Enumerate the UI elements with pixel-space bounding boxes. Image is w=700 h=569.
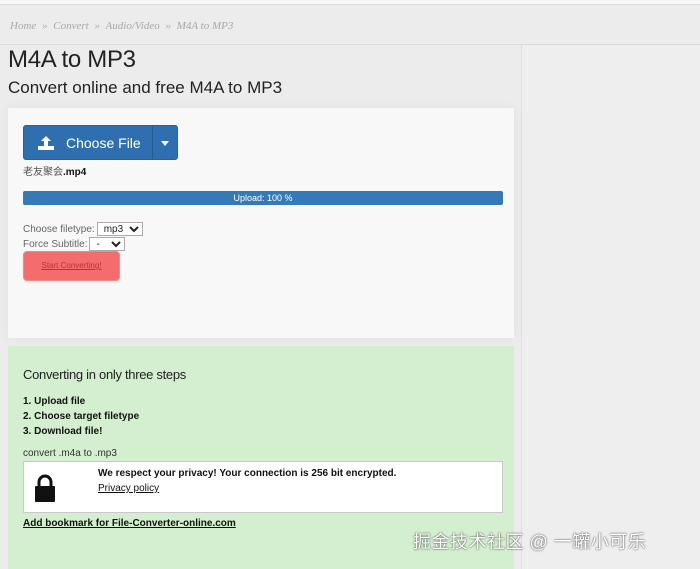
- subtitle-row: Force Subtitle: -: [23, 237, 126, 251]
- upload-icon: [38, 136, 54, 150]
- breadcrumb-separator: »: [165, 20, 171, 32]
- upload-panel: Choose File 老友聚会.mp4 Upload: 100 % Choos…: [8, 108, 514, 338]
- choose-file-button[interactable]: Choose File: [23, 125, 178, 160]
- filetype-row: Choose filetype: mp3: [23, 222, 143, 236]
- lock-icon: [35, 474, 55, 502]
- breadcrumb-audio-video[interactable]: Audio/Video: [106, 20, 160, 32]
- chevron-down-icon[interactable]: [161, 141, 169, 146]
- list-item: 3. Download file!: [23, 426, 103, 437]
- start-converting-button[interactable]: Start Converting!: [23, 251, 120, 281]
- list-item: 1. Upload file: [23, 396, 86, 407]
- convert-note: convert .m4a to .mp3: [23, 448, 117, 459]
- filename-extension: .mp4: [63, 167, 87, 178]
- breadcrumb: Home » Convert » Audio/Video » M4A to MP…: [10, 20, 236, 32]
- privacy-policy-link[interactable]: Privacy policy: [98, 483, 159, 494]
- privacy-message: We respect your privacy! Your connection…: [98, 468, 397, 479]
- add-bookmark-link[interactable]: Add bookmark for File-Converter-online.c…: [23, 518, 236, 529]
- breadcrumb-home[interactable]: Home: [10, 20, 36, 32]
- steps-title: Converting in only three steps: [23, 367, 186, 382]
- watermark: 掘金技术社区 @ 一罐小可乐: [413, 532, 647, 552]
- right-sidebar: [521, 45, 700, 569]
- upload-progress-bar: Upload: 100 %: [23, 191, 503, 205]
- breadcrumb-separator: »: [42, 20, 48, 32]
- page-title: M4A to MP3: [8, 46, 136, 73]
- selected-filename: 老友聚会.mp4: [23, 163, 86, 178]
- choose-file-label: Choose File: [66, 135, 141, 151]
- filetype-label: Choose filetype:: [23, 224, 95, 235]
- breadcrumb-convert[interactable]: Convert: [53, 20, 88, 32]
- breadcrumb-separator: »: [94, 20, 100, 32]
- subtitle-label: Force Subtitle:: [23, 239, 88, 250]
- breadcrumb-current[interactable]: M4A to MP3: [177, 20, 234, 32]
- page-subtitle: Convert online and free M4A to MP3: [8, 78, 283, 97]
- button-separator: [152, 126, 153, 159]
- top-bar: [0, 0, 700, 5]
- privacy-box: We respect your privacy! Your connection…: [23, 461, 503, 513]
- filetype-select[interactable]: mp3: [96, 222, 143, 236]
- filename-base: 老友聚会: [23, 167, 63, 178]
- steps-list: 1. Upload file 2. Choose target filetype…: [23, 394, 139, 439]
- subtitle-select[interactable]: -: [89, 237, 126, 251]
- list-item: 2. Choose target filetype: [23, 411, 140, 422]
